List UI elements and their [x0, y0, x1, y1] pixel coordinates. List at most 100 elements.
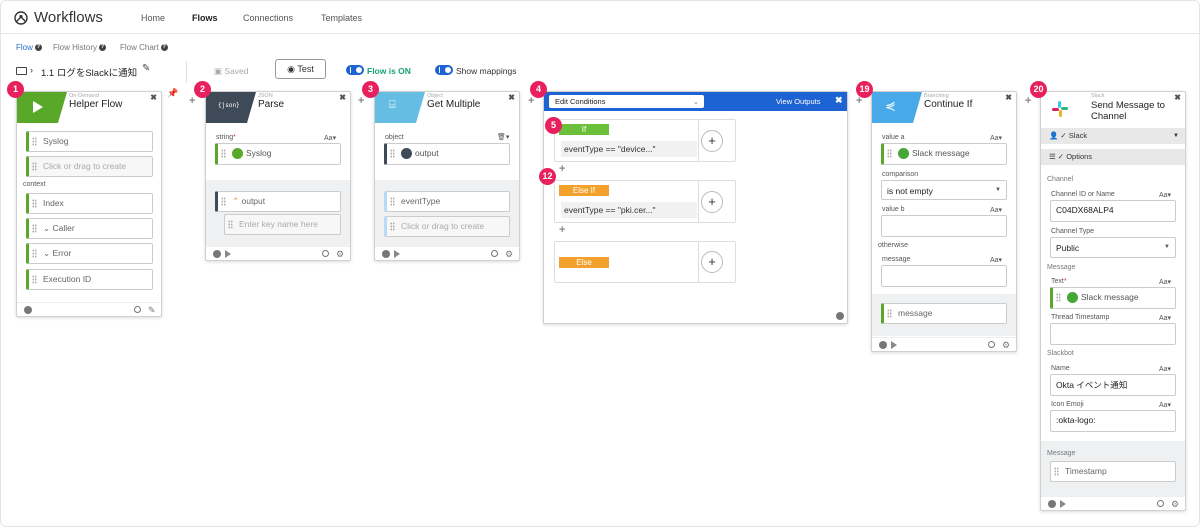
emoji-input[interactable]: :okta-logo:	[1050, 410, 1176, 432]
card-helper-flow[interactable]: On-Demand Helper Flow ✖ Syslog Click or …	[16, 91, 162, 317]
close-icon[interactable]: ✖	[835, 95, 843, 106]
thread-input[interactable]	[1050, 323, 1176, 345]
comparison-select[interactable]: is not empty ▼	[881, 180, 1007, 200]
flow-on-toggle[interactable]	[346, 65, 364, 75]
close-icon[interactable]: ✖	[150, 93, 157, 102]
field-output[interactable]: ⌃ output	[215, 191, 341, 212]
type-selector[interactable]: Aa▾	[1159, 278, 1171, 286]
field-output-input[interactable]: output	[384, 143, 510, 165]
nav-connections[interactable]: Connections	[243, 13, 293, 23]
if-expression[interactable]: eventType == "device..."	[561, 141, 697, 157]
test-button[interactable]: ◉ Test	[275, 59, 326, 79]
play-icon[interactable]	[394, 250, 400, 258]
help-icon[interactable]	[213, 250, 221, 258]
field-create[interactable]: Click or drag to create	[26, 156, 153, 177]
value-b-input[interactable]	[881, 215, 1007, 237]
field-key-name[interactable]: Enter key name here	[224, 214, 341, 235]
field-error[interactable]: ⌄ Error	[26, 243, 153, 264]
nav-flows[interactable]: Flows	[192, 13, 218, 23]
connection-row[interactable]: 👤 ✓ Slack ▼	[1041, 128, 1185, 144]
edit-name-icon[interactable]: ✎	[142, 63, 150, 74]
field-index[interactable]: Index	[26, 193, 153, 214]
channel-id-input[interactable]: C04DX68ALP4	[1050, 200, 1176, 222]
search-icon[interactable]	[322, 250, 329, 257]
condition-else-if[interactable]: Else If eventType == "pki.cer..." +	[554, 180, 736, 223]
field-value-a[interactable]: Slack message	[881, 143, 1007, 165]
card-if-else[interactable]: Edit Conditions ⌄ View Outputs ✖ If event…	[543, 91, 848, 324]
pencil-icon[interactable]: ✎	[148, 305, 156, 316]
help-icon[interactable]	[24, 306, 32, 314]
type-selector[interactable]: Aa▾	[1159, 191, 1171, 199]
pin-icon[interactable]: 📌	[167, 88, 178, 99]
help-icon[interactable]	[1048, 500, 1056, 508]
play-icon[interactable]	[225, 250, 231, 258]
help-icon[interactable]	[836, 312, 844, 320]
workflows-logo-icon	[14, 11, 28, 25]
type-selector[interactable]: Aa▾	[1159, 314, 1171, 322]
edit-conditions-dropdown[interactable]: Edit Conditions ⌄	[549, 95, 704, 108]
add-step-icon[interactable]: +	[1025, 95, 1031, 107]
nav-home[interactable]: Home	[141, 13, 165, 23]
field-syslog-input[interactable]: Syslog	[215, 143, 341, 165]
field-syslog[interactable]: Syslog	[26, 131, 153, 152]
type-selector[interactable]: Aa▾	[324, 134, 336, 142]
flow-name[interactable]: 1.1 ログをSlackに通知	[41, 65, 137, 79]
field-message-output[interactable]: message	[881, 303, 1007, 324]
condition-else[interactable]: Else +	[554, 241, 736, 283]
add-step-icon[interactable]: +	[189, 95, 195, 107]
type-selector[interactable]: Aa▾	[1159, 401, 1171, 409]
step-number: 20	[1030, 81, 1047, 98]
show-mappings-toggle[interactable]	[435, 65, 453, 75]
view-outputs-button[interactable]: View Outputs	[776, 97, 820, 106]
card-continue-if[interactable]: ⋞ Branching Continue If ✖ value a Aa▾ Sl…	[871, 91, 1017, 352]
gear-icon[interactable]: ⚙	[1002, 340, 1010, 351]
add-condition-icon[interactable]: +	[559, 163, 565, 175]
subnav-flow-history[interactable]: Flow History?	[53, 43, 107, 52]
type-selector[interactable]: Aa▾	[990, 256, 1002, 264]
add-condition-icon[interactable]: +	[559, 224, 565, 236]
field-execution-id[interactable]: Execution ID	[26, 269, 153, 290]
add-else-if-button[interactable]: +	[701, 191, 723, 213]
condition-if[interactable]: If eventType == "device..." +	[554, 119, 736, 162]
search-icon[interactable]	[1157, 500, 1164, 507]
subnav-flow-chart[interactable]: Flow Chart?	[120, 43, 168, 52]
trash-icon[interactable]: 🗑▾	[497, 133, 509, 141]
subnav-flow[interactable]: Flow?	[16, 43, 42, 52]
gear-icon[interactable]: ⚙	[336, 249, 344, 260]
add-else-button[interactable]: +	[701, 251, 723, 273]
channel-type-select[interactable]: Public ▼	[1050, 237, 1176, 258]
folder-icon[interactable]	[16, 67, 27, 75]
card-object-get-multiple[interactable]: ⌸ Object Get Multiple ✖ object 🗑▾ output…	[374, 91, 520, 261]
close-icon[interactable]: ✖	[1174, 93, 1181, 102]
field-create[interactable]: Click or drag to create	[384, 216, 510, 237]
search-icon[interactable]	[134, 306, 141, 313]
else-if-expression[interactable]: eventType == "pki.cer..."	[561, 202, 697, 218]
type-selector[interactable]: Aa▾	[990, 206, 1002, 214]
grip-icon	[1054, 467, 1059, 476]
play-icon[interactable]	[891, 341, 897, 349]
field-timestamp-output[interactable]: Timestamp	[1050, 461, 1176, 482]
play-icon[interactable]	[1060, 500, 1066, 508]
gear-icon[interactable]: ⚙	[1171, 499, 1179, 510]
field-eventtype[interactable]: eventType	[384, 191, 510, 212]
card-slack-send-message[interactable]: Slack Send Message to Channel ✖ 👤 ✓ Slac…	[1040, 91, 1186, 511]
close-icon[interactable]: ✖	[508, 93, 515, 102]
options-row[interactable]: ☰ ✓ Options	[1041, 149, 1185, 165]
close-icon[interactable]: ✖	[339, 93, 346, 102]
nav-templates[interactable]: Templates	[321, 13, 362, 23]
type-selector[interactable]: Aa▾	[990, 134, 1002, 142]
card-json-parse[interactable]: {json} JSON Parse ✖ string* Aa▾ Syslog ⌃…	[205, 91, 351, 261]
search-icon[interactable]	[491, 250, 498, 257]
type-selector[interactable]: Aa▾	[1159, 365, 1171, 373]
name-input[interactable]: Okta イベント通知	[1050, 374, 1176, 396]
add-step-icon[interactable]: +	[358, 95, 364, 107]
field-text[interactable]: Slack message	[1050, 287, 1176, 309]
search-icon[interactable]	[988, 341, 995, 348]
help-icon[interactable]	[879, 341, 887, 349]
help-icon[interactable]	[382, 250, 390, 258]
gear-icon[interactable]: ⚙	[505, 249, 513, 260]
field-caller[interactable]: ⌄ Caller	[26, 218, 153, 239]
close-icon[interactable]: ✖	[1005, 93, 1012, 102]
message-input[interactable]	[881, 265, 1007, 287]
add-if-button[interactable]: +	[701, 130, 723, 152]
